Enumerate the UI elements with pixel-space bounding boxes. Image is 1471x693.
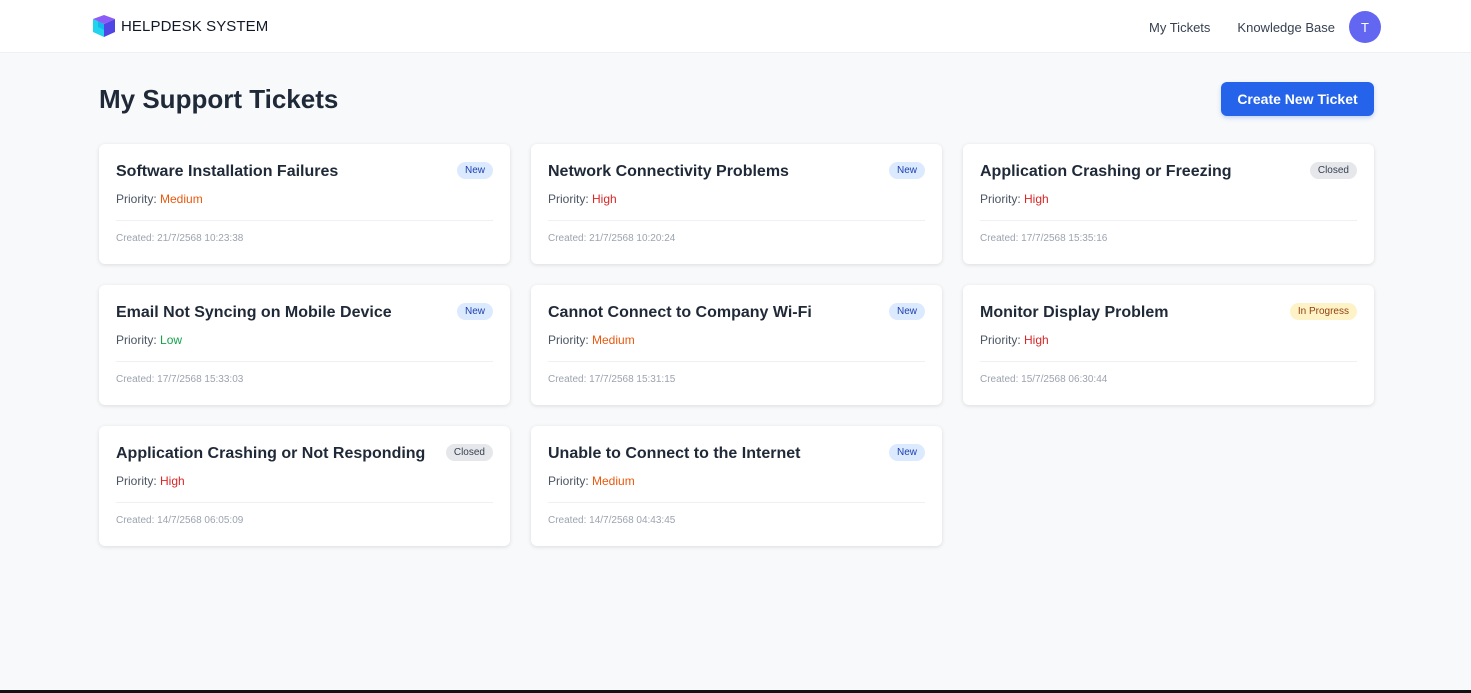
status-badge: New [456, 162, 493, 179]
priority-value: Low [160, 333, 183, 347]
card-divider [116, 361, 493, 362]
priority-label: Priority: [548, 192, 593, 206]
ticket-card[interactable]: Network Connectivity Problems New Priority… [531, 144, 942, 264]
priority-label: Priority: [548, 474, 593, 488]
card-divider [116, 502, 493, 503]
ticket-card-header: Unable to Connect to the Internet New [548, 444, 925, 466]
brand-name: HELPDESK SYSTEM [121, 17, 269, 35]
nav-my-tickets[interactable]: My Tickets [1149, 20, 1210, 35]
ticket-priority: Priority: Medium [548, 474, 925, 490]
ticket-title: Application Crashing or Not Responding [116, 445, 426, 462]
card-divider [980, 361, 1357, 362]
ticket-created: Created: 21/7/2568 10:20:24 [548, 233, 925, 244]
ticket-title: Monitor Display Problem [980, 304, 1169, 321]
ticket-priority: Priority: Medium [548, 333, 925, 349]
created-timestamp: 21/7/2568 10:20:24 [589, 233, 676, 244]
priority-label: Priority: [116, 192, 161, 206]
priority-value: Medium [592, 474, 635, 488]
priority-value: Medium [160, 192, 203, 206]
created-timestamp: 17/7/2568 15:33:03 [157, 374, 244, 385]
priority-label: Priority: [980, 333, 1025, 347]
ticket-priority: Priority: Medium [116, 192, 493, 208]
ticket-created: Created: 17/7/2568 15:35:16 [980, 233, 1357, 244]
ticket-created: Created: 21/7/2568 10:23:38 [116, 233, 493, 244]
priority-label: Priority: [548, 333, 593, 347]
ticket-created: Created: 15/7/2568 06:30:44 [980, 374, 1357, 385]
created-label: Created: [980, 374, 1022, 385]
ticket-created: Created: 14/7/2568 04:43:45 [548, 515, 925, 526]
created-timestamp: 14/7/2568 06:05:09 [157, 515, 244, 526]
ticket-card-header: Monitor Display Problem In Progress [980, 303, 1357, 325]
priority-label: Priority: [116, 474, 161, 488]
ticket-card[interactable]: Application Crashing or Freezing Closed Pr… [963, 144, 1374, 264]
status-badge: New [888, 162, 925, 179]
ticket-card-header: Email Not Syncing on Mobile Device New [116, 303, 493, 325]
priority-label: Priority: [980, 192, 1025, 206]
status-badge: Closed [445, 444, 493, 461]
ticket-priority: Priority: Low [116, 333, 493, 349]
ticket-priority: Priority: High [980, 192, 1357, 208]
created-timestamp: 14/7/2568 04:43:45 [589, 515, 676, 526]
nav-knowledge-base[interactable]: Knowledge Base [1237, 20, 1335, 35]
priority-value: High [1024, 333, 1049, 347]
user-avatar[interactable]: T [1349, 11, 1381, 43]
ticket-grid: Software Installation Failures New Priorit… [99, 144, 1374, 546]
ticket-card[interactable]: Cannot Connect to Company Wi-Fi New Priori… [531, 285, 942, 405]
ticket-card-header: Cannot Connect to Company Wi-Fi New [548, 303, 925, 325]
created-label: Created: [548, 515, 590, 526]
cube-logo-icon [93, 15, 115, 37]
status-badge: New [888, 444, 925, 461]
ticket-title: Unable to Connect to the Internet [548, 445, 801, 462]
card-divider [548, 220, 925, 221]
status-badge: New [888, 303, 925, 320]
ticket-title: Cannot Connect to Company Wi-Fi [548, 304, 812, 321]
status-badge: Closed [1309, 162, 1357, 179]
ticket-card[interactable]: Email Not Syncing on Mobile Device New Pri… [99, 285, 510, 405]
ticket-card-header: Software Installation Failures New [116, 162, 493, 184]
ticket-created: Created: 17/7/2568 15:31:15 [548, 374, 925, 385]
ticket-created: Created: 17/7/2568 15:33:03 [116, 374, 493, 385]
card-divider [548, 361, 925, 362]
priority-label: Priority: [116, 333, 161, 347]
status-badge: New [456, 303, 493, 320]
created-label: Created: [980, 233, 1022, 244]
ticket-priority: Priority: High [116, 474, 493, 490]
ticket-title: Network Connectivity Problems [548, 163, 789, 180]
ticket-card[interactable]: Monitor Display Problem In Progress Priori… [963, 285, 1374, 405]
created-timestamp: 15/7/2568 06:30:44 [1021, 374, 1108, 385]
ticket-card[interactable]: Application Crashing or Not Responding Cl… [99, 426, 510, 546]
page-title: My Support Tickets [99, 84, 339, 114]
created-timestamp: 17/7/2568 15:31:15 [589, 374, 676, 385]
nav-menu: My Tickets Knowledge Base T [1149, 11, 1381, 43]
ticket-card-header: Application Crashing or Not Responding Cl… [116, 444, 493, 466]
card-divider [548, 502, 925, 503]
status-badge: In Progress [1289, 303, 1357, 320]
top-navbar: HELPDESK SYSTEM My Tickets Knowledge Bas… [0, 0, 1471, 53]
ticket-card[interactable]: Unable to Connect to the Internet New Prio… [531, 426, 942, 546]
priority-value: High [1024, 192, 1049, 206]
created-label: Created: [116, 233, 158, 244]
ticket-title: Software Installation Failures [116, 163, 339, 180]
ticket-title: Application Crashing or Freezing [980, 163, 1232, 180]
ticket-card-header: Application Crashing or Freezing Closed [980, 162, 1357, 184]
created-label: Created: [548, 233, 590, 244]
ticket-card[interactable]: Software Installation Failures New Priorit… [99, 144, 510, 264]
created-label: Created: [116, 515, 158, 526]
priority-value: High [592, 192, 617, 206]
brand[interactable]: HELPDESK SYSTEM [92, 14, 268, 38]
priority-value: Medium [592, 333, 635, 347]
created-label: Created: [116, 374, 158, 385]
priority-value: High [160, 474, 185, 488]
created-label: Created: [548, 374, 590, 385]
created-timestamp: 21/7/2568 10:23:38 [157, 233, 244, 244]
ticket-title: Email Not Syncing on Mobile Device [116, 304, 392, 321]
create-ticket-button[interactable]: Create New Ticket [1221, 82, 1374, 116]
created-timestamp: 17/7/2568 15:35:16 [1021, 233, 1108, 244]
card-divider [980, 220, 1357, 221]
card-divider [116, 220, 493, 221]
ticket-created: Created: 14/7/2568 06:05:09 [116, 515, 493, 526]
ticket-card-header: Network Connectivity Problems New [548, 162, 925, 184]
ticket-priority: Priority: High [980, 333, 1357, 349]
ticket-priority: Priority: High [548, 192, 925, 208]
